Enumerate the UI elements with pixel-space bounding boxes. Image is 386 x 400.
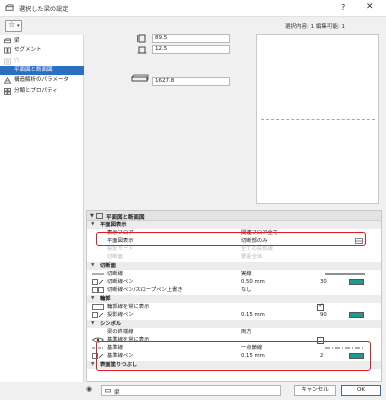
sidebar-item-segment[interactable]: セグメント: [0, 46, 84, 55]
show-outline-checkbox[interactable]: [317, 302, 324, 311]
table-row[interactable]: 切断線 実線: [87, 270, 381, 278]
window-title: 選択した梁の設定: [19, 6, 69, 13]
offset-icon: [137, 46, 147, 54]
sidebar-item-plan-section[interactable]: 平面図と断面図: [0, 66, 84, 75]
highlight-box-plan-display: [96, 232, 366, 246]
collapse-icon: ▼: [91, 321, 95, 326]
length-field[interactable]: 1627.8: [152, 77, 230, 86]
table-row[interactable]: 切断線ペン 0.50 mm 30: [87, 278, 381, 286]
outline-icon: [92, 304, 104, 310]
sidebar-item-beam[interactable]: 梁: [0, 37, 84, 46]
beam-length-icon: [131, 74, 149, 82]
collapse-icon: ▼: [91, 362, 95, 367]
sidebar-item-label: 穴: [14, 58, 20, 64]
sidebar-item-hole[interactable]: 穴: [0, 57, 84, 66]
group-symbol[interactable]: ▼ シンボル: [87, 320, 381, 328]
plan-section-icon: [96, 213, 103, 219]
highlight-box-reference-line: [96, 341, 371, 371]
segment-icon: [4, 47, 11, 54]
collapse-icon: ▼: [91, 222, 95, 227]
sidebar-item-label: 分類とプロパティ: [14, 88, 58, 94]
panel-title: 平面図と断面図: [106, 215, 145, 221]
chevron-down-icon: ▾: [17, 23, 20, 29]
collapse-icon: ▼: [90, 213, 94, 219]
table-row: 切断面 要素全体: [107, 254, 263, 260]
eye-icon: ◉: [86, 385, 93, 393]
group-cut-surface[interactable]: ▼ 切断面: [87, 262, 381, 270]
table-row[interactable]: 梁の終端線 両方: [87, 328, 381, 336]
sidebar-item-label: 構造解析のパラメータ: [14, 77, 69, 83]
sidebar-item-structural[interactable]: 構造解析のパラメータ: [0, 76, 84, 85]
favorites-button[interactable]: ☆ ▾: [5, 20, 22, 32]
sidebar-item-label: 梁: [14, 38, 20, 44]
beam-icon: [105, 389, 111, 393]
favorites-combo[interactable]: 梁: [101, 385, 281, 396]
structure-icon: [4, 77, 11, 84]
pen-icon: [92, 279, 104, 285]
pen-number: 30: [320, 279, 327, 285]
pen-color-swatch[interactable]: [349, 312, 364, 318]
pen-color-swatch[interactable]: [349, 279, 364, 285]
help-button[interactable]: ?: [341, 3, 345, 12]
sidebar-item-classification[interactable]: 分類とプロパティ: [0, 87, 84, 96]
footer: ◉ 梁 キャンセル OK: [0, 382, 386, 400]
beam-settings-icon: [5, 4, 14, 11]
ok-button[interactable]: OK: [341, 385, 381, 396]
collapse-icon: ▼: [91, 296, 95, 301]
panel-header[interactable]: ▼ 平面図と断面図: [87, 211, 381, 221]
hole-icon: [4, 58, 11, 65]
classify-icon: [4, 88, 11, 95]
cancel-button[interactable]: キャンセル: [294, 385, 336, 396]
table-row[interactable]: 投影線ペン 0.15 mm 90: [87, 311, 381, 319]
close-button[interactable]: ✕: [366, 2, 374, 12]
sidebar: 梁 セグメント 穴 平面図と断面図 構造解析のパラメータ 分類とプロパティ: [0, 35, 84, 382]
table-row: 投影モード 全ての投影線: [107, 246, 273, 252]
reference-line: [261, 119, 375, 120]
beam-height-icon: [137, 34, 146, 43]
pen-number: 90: [320, 312, 327, 318]
pen-override-icon: [92, 287, 104, 293]
solid-line-sample: [325, 273, 365, 275]
title-bar: 選択した梁の設定 ? ✕: [0, 0, 386, 17]
star-icon: ☆: [8, 20, 16, 29]
table-row[interactable]: 切断線ペン/スロープペン上書き なし: [87, 286, 381, 294]
sidebar-item-label: 平面図と断面図: [14, 67, 53, 73]
favorites-label: 梁: [114, 389, 120, 396]
collapse-icon: ▼: [91, 263, 95, 268]
selection-info: 選択内容: 1 編集可能: 1: [285, 24, 345, 30]
table-row[interactable]: 輪郭線を常に表示: [87, 302, 381, 311]
beam-icon: [4, 38, 11, 44]
height-field[interactable]: 89.5: [152, 34, 230, 43]
pen-icon: [92, 312, 104, 318]
line-type-icon: [92, 273, 104, 275]
beam-preview: [256, 34, 379, 204]
group-floor-plan-display[interactable]: ▼ 平面図表示: [87, 221, 381, 229]
group-outline[interactable]: ▼ 輪郭: [87, 295, 381, 303]
sidebar-item-label: セグメント: [14, 47, 42, 53]
offset-field[interactable]: 12.5: [152, 45, 230, 54]
